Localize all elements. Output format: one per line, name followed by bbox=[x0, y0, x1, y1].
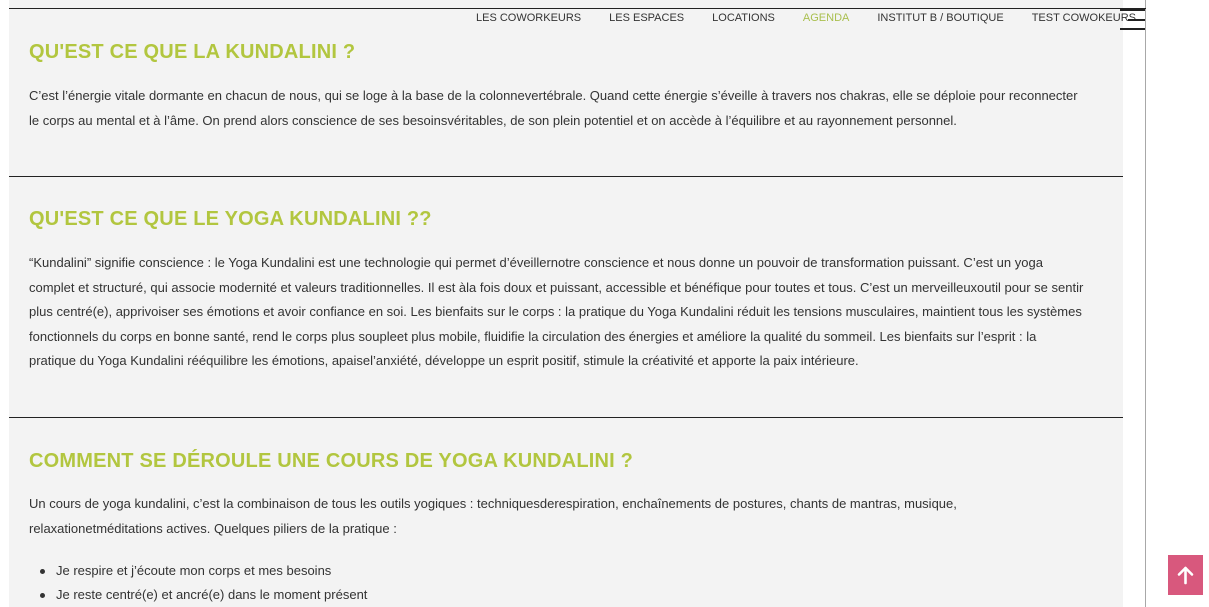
scroll-to-top-button[interactable] bbox=[1168, 555, 1203, 595]
nav-item-les-coworkeurs[interactable]: LES COWORKEURS bbox=[462, 12, 595, 24]
section-body-kundalini: C’est l’énergie vitale dormante en chacu… bbox=[29, 88, 1078, 128]
page-right-border bbox=[1145, 0, 1146, 607]
hamburger-icon[interactable] bbox=[1120, 9, 1145, 31]
nav-item-locations[interactable]: LOCATIONS bbox=[698, 12, 789, 24]
section-divider bbox=[9, 176, 1123, 177]
section-title-cours: COMMENT SE DÉROULE UNE COURS DE YOGA KUN… bbox=[29, 450, 634, 472]
nav-item-les-espaces[interactable]: LES ESPACES bbox=[595, 12, 698, 24]
header-top-line bbox=[9, 8, 1146, 9]
section-title-yoga-kundalini: QU'EST CE QUE LE YOGA KUNDALINI ?? bbox=[29, 208, 432, 230]
section-divider bbox=[9, 417, 1123, 418]
list-item: Je respire et j’écoute mon corps et mes … bbox=[38, 559, 367, 583]
nav-item-institut-b-boutique[interactable]: INSTITUT B / BOUTIQUE bbox=[863, 12, 1017, 24]
section-body-cours: Un cours de yoga kundalini, c’est la com… bbox=[29, 496, 957, 536]
page: LES COWORKEURS LES ESPACES LOCATIONS AGE… bbox=[0, 0, 1209, 607]
pillars-list: Je respire et j’écoute mon corps et mes … bbox=[38, 559, 367, 607]
nav-item-agenda[interactable]: AGENDA bbox=[789, 12, 863, 24]
section-body-yoga-kundalini: “Kundalini” signifie conscience : le Yog… bbox=[29, 255, 1084, 368]
arrow-up-icon bbox=[1177, 566, 1194, 585]
list-item: Je reste centré(e) et ancré(e) dans le m… bbox=[38, 583, 367, 607]
section-title-kundalini: QU'EST CE QUE LA KUNDALINI ? bbox=[29, 41, 356, 63]
main-nav: LES COWORKEURS LES ESPACES LOCATIONS AGE… bbox=[462, 12, 1150, 24]
